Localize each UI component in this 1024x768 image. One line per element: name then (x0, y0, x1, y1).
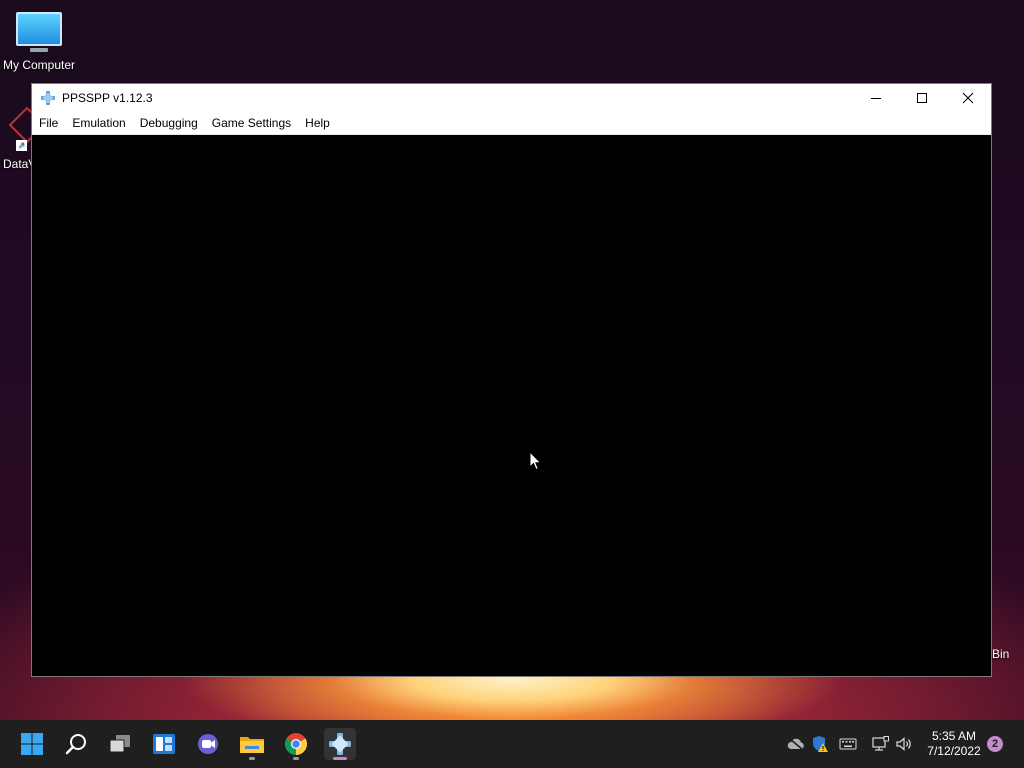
window-title: PPSSPP v1.12.3 (62, 91, 153, 105)
task-view-icon (109, 735, 130, 753)
desktop-icon-my-computer[interactable]: My Computer (0, 8, 78, 72)
running-indicator (249, 757, 255, 760)
search-icon (65, 734, 86, 755)
security-tray-button[interactable] (810, 734, 830, 754)
task-view-button[interactable] (104, 728, 136, 760)
cloud-off-icon (787, 737, 804, 751)
minimize-icon (871, 98, 881, 99)
chat-icon (198, 734, 218, 754)
monitor-icon (16, 12, 62, 52)
taskbar: 5:35 AM 7/12/2022 2 (0, 720, 1024, 768)
minimize-button[interactable] (853, 84, 899, 112)
security-warning-icon (813, 736, 828, 752)
widgets-icon (153, 734, 175, 754)
volume-tray-button[interactable] (894, 734, 914, 754)
notification-badge[interactable]: 2 (987, 736, 1003, 752)
widgets-button[interactable] (148, 728, 180, 760)
title-bar[interactable]: PPSSPP v1.12.3 (32, 84, 991, 112)
clock[interactable]: 5:35 AM 7/12/2022 (922, 729, 986, 759)
ppsspp-taskbar-button[interactable] (324, 728, 356, 760)
ppsspp-icon (329, 733, 351, 755)
menu-help[interactable]: Help (298, 112, 337, 134)
menu-bar: File Emulation Debugging Game Settings H… (32, 112, 991, 135)
chrome-icon (285, 733, 307, 755)
desktop-icon-label: My Computer (2, 58, 76, 72)
close-icon (962, 92, 974, 104)
windows-start-icon (21, 733, 43, 755)
keyboard-tray-button[interactable] (838, 734, 858, 754)
running-indicator (293, 757, 299, 760)
chrome-button[interactable] (280, 728, 312, 760)
shortcut-arrow-icon: ↗ (16, 140, 27, 151)
network-icon (872, 736, 889, 751)
close-button[interactable] (945, 84, 991, 112)
keyboard-icon (839, 738, 857, 750)
clock-time: 5:35 AM (931, 729, 977, 743)
file-explorer-button[interactable] (236, 728, 268, 760)
ppsspp-icon (41, 91, 55, 105)
maximize-icon (917, 93, 927, 103)
chat-button[interactable] (192, 728, 224, 760)
search-button[interactable] (60, 728, 92, 760)
menu-file[interactable]: File (32, 112, 65, 134)
clock-date: 7/12/2022 (927, 744, 981, 758)
start-button[interactable] (16, 728, 48, 760)
mouse-cursor-icon (529, 451, 542, 471)
onedrive-tray-button[interactable] (786, 734, 806, 754)
menu-emulation[interactable]: Emulation (65, 112, 132, 134)
ppsspp-window: PPSSPP v1.12.3 File Emulation Debugging … (31, 83, 992, 677)
desktop-icon-datav[interactable]: ↗ DataV (2, 106, 46, 171)
emulator-viewport[interactable] (32, 135, 991, 676)
maximize-button[interactable] (899, 84, 945, 112)
volume-icon (896, 737, 911, 751)
menu-game-settings[interactable]: Game Settings (205, 112, 298, 134)
network-tray-button[interactable] (870, 734, 890, 754)
menu-debugging[interactable]: Debugging (133, 112, 205, 134)
active-indicator (333, 757, 347, 760)
folder-icon (240, 737, 264, 753)
recycle-bin-label[interactable]: Bin (992, 647, 1009, 661)
